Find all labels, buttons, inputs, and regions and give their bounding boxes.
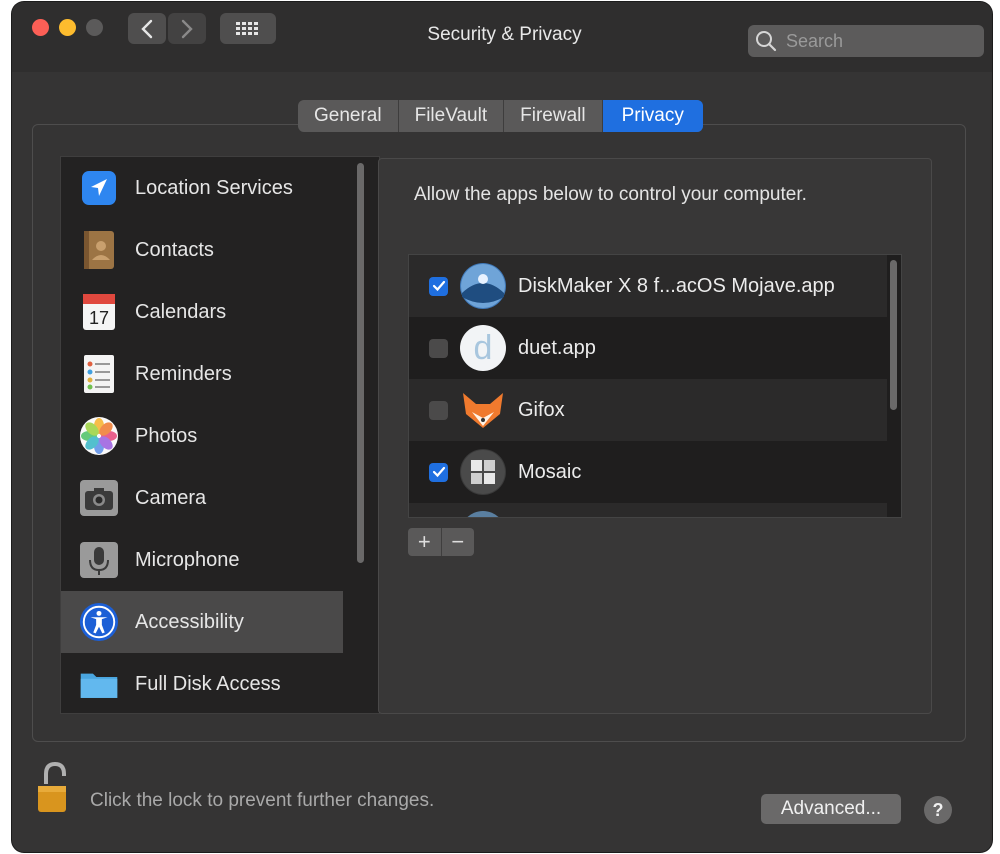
sidebar-item-label: Accessibility bbox=[135, 610, 244, 633]
sidebar-item-camera[interactable]: Camera bbox=[61, 467, 343, 529]
advanced-button[interactable]: Advanced... bbox=[761, 794, 901, 824]
svg-text:17: 17 bbox=[89, 308, 109, 328]
gifox-fox-icon bbox=[460, 387, 506, 433]
list-item[interactable]: Mosaic bbox=[409, 441, 887, 503]
preferences-window: Security & Privacy General FileVault Fir… bbox=[12, 2, 992, 852]
sidebar-item-label: Microphone bbox=[135, 548, 240, 571]
tab-general[interactable]: General bbox=[298, 100, 399, 132]
app-name: Mosaic bbox=[518, 460, 582, 483]
sidebar-item-label: Photos bbox=[135, 424, 198, 447]
app-name: DiskMaker X 8 f...acOS Mojave.app bbox=[518, 274, 835, 297]
add-remove-control: + − bbox=[408, 528, 474, 556]
sidebar-item-calendars[interactable]: 17 Calendars bbox=[61, 281, 343, 343]
sidebar-item-reminders[interactable]: Reminders bbox=[61, 343, 343, 405]
contacts-book-icon bbox=[79, 230, 119, 270]
sidebar-item-location-services[interactable]: Location Services bbox=[61, 157, 343, 219]
calendar-icon: 17 bbox=[79, 292, 119, 332]
checkmark-icon bbox=[432, 466, 445, 478]
lock-icon[interactable] bbox=[36, 761, 72, 814]
sidebar-item-label: Reminders bbox=[135, 362, 232, 385]
list-item[interactable]: Gifox bbox=[409, 379, 887, 441]
mosaic-icon bbox=[460, 449, 506, 495]
app-name: Gifox bbox=[518, 398, 565, 421]
sidebar-item-full-disk-access[interactable]: Full Disk Access bbox=[61, 653, 343, 713]
sidebar-item-label: Contacts bbox=[135, 238, 214, 261]
sidebar-item-label: Full Disk Access bbox=[135, 672, 281, 695]
search-field[interactable] bbox=[748, 25, 984, 57]
accessibility-icon bbox=[79, 602, 119, 642]
tab-firewall[interactable]: Firewall bbox=[504, 100, 603, 132]
sidebar-item-microphone[interactable]: Microphone bbox=[61, 529, 343, 591]
diskmaker-icon bbox=[460, 263, 506, 309]
search-input[interactable] bbox=[784, 29, 978, 53]
app-list-scrollbar[interactable] bbox=[890, 260, 897, 410]
folder-icon bbox=[79, 664, 119, 704]
list-item[interactable]: DiskMaker X 8 f...acOS Mojave.app bbox=[409, 255, 887, 317]
photos-flower-icon bbox=[79, 416, 119, 456]
sidebar-item-photos[interactable]: Photos bbox=[61, 405, 343, 467]
add-app-button[interactable]: + bbox=[408, 528, 442, 556]
duet-icon: d bbox=[460, 325, 506, 371]
tab-bar: General FileVault Firewall Privacy bbox=[298, 100, 703, 132]
tab-filevault[interactable]: FileVault bbox=[399, 100, 505, 132]
title-bar: Security & Privacy bbox=[12, 2, 992, 72]
sidebar-item-label: Location Services bbox=[135, 176, 293, 199]
sidebar-item-accessibility[interactable]: Accessibility bbox=[61, 591, 343, 653]
remove-app-button[interactable]: − bbox=[442, 528, 475, 556]
tab-privacy[interactable]: Privacy bbox=[602, 100, 703, 132]
sidebar-item-contacts[interactable]: Contacts bbox=[61, 219, 343, 281]
panel-description: Allow the apps below to control your com… bbox=[414, 184, 807, 205]
app-icon-partial bbox=[460, 511, 506, 517]
app-list[interactable]: DiskMaker X 8 f...acOS Mojave.app d duet… bbox=[408, 254, 902, 518]
sidebar-item-label: Calendars bbox=[135, 300, 227, 323]
sidebar-scrollbar[interactable] bbox=[357, 163, 364, 563]
help-button[interactable]: ? bbox=[924, 796, 952, 824]
privacy-category-list[interactable]: Location Services Contacts 17 Calendars bbox=[60, 156, 380, 714]
app-checkbox[interactable] bbox=[429, 400, 448, 420]
app-checkbox[interactable] bbox=[429, 276, 448, 296]
sidebar-item-label: Camera bbox=[135, 486, 207, 509]
app-checkbox[interactable] bbox=[429, 462, 448, 482]
lock-status-text: Click the lock to prevent further change… bbox=[90, 790, 435, 811]
reminders-list-icon bbox=[79, 354, 119, 394]
list-item-partial[interactable] bbox=[409, 503, 887, 517]
microphone-icon bbox=[79, 540, 119, 580]
location-arrow-icon bbox=[79, 168, 119, 208]
camera-icon bbox=[79, 478, 119, 518]
app-name: duet.app bbox=[518, 336, 596, 359]
app-checkbox[interactable] bbox=[429, 338, 448, 358]
checkmark-icon bbox=[432, 280, 445, 292]
search-icon bbox=[756, 31, 777, 52]
list-item[interactable]: d duet.app bbox=[409, 317, 887, 379]
